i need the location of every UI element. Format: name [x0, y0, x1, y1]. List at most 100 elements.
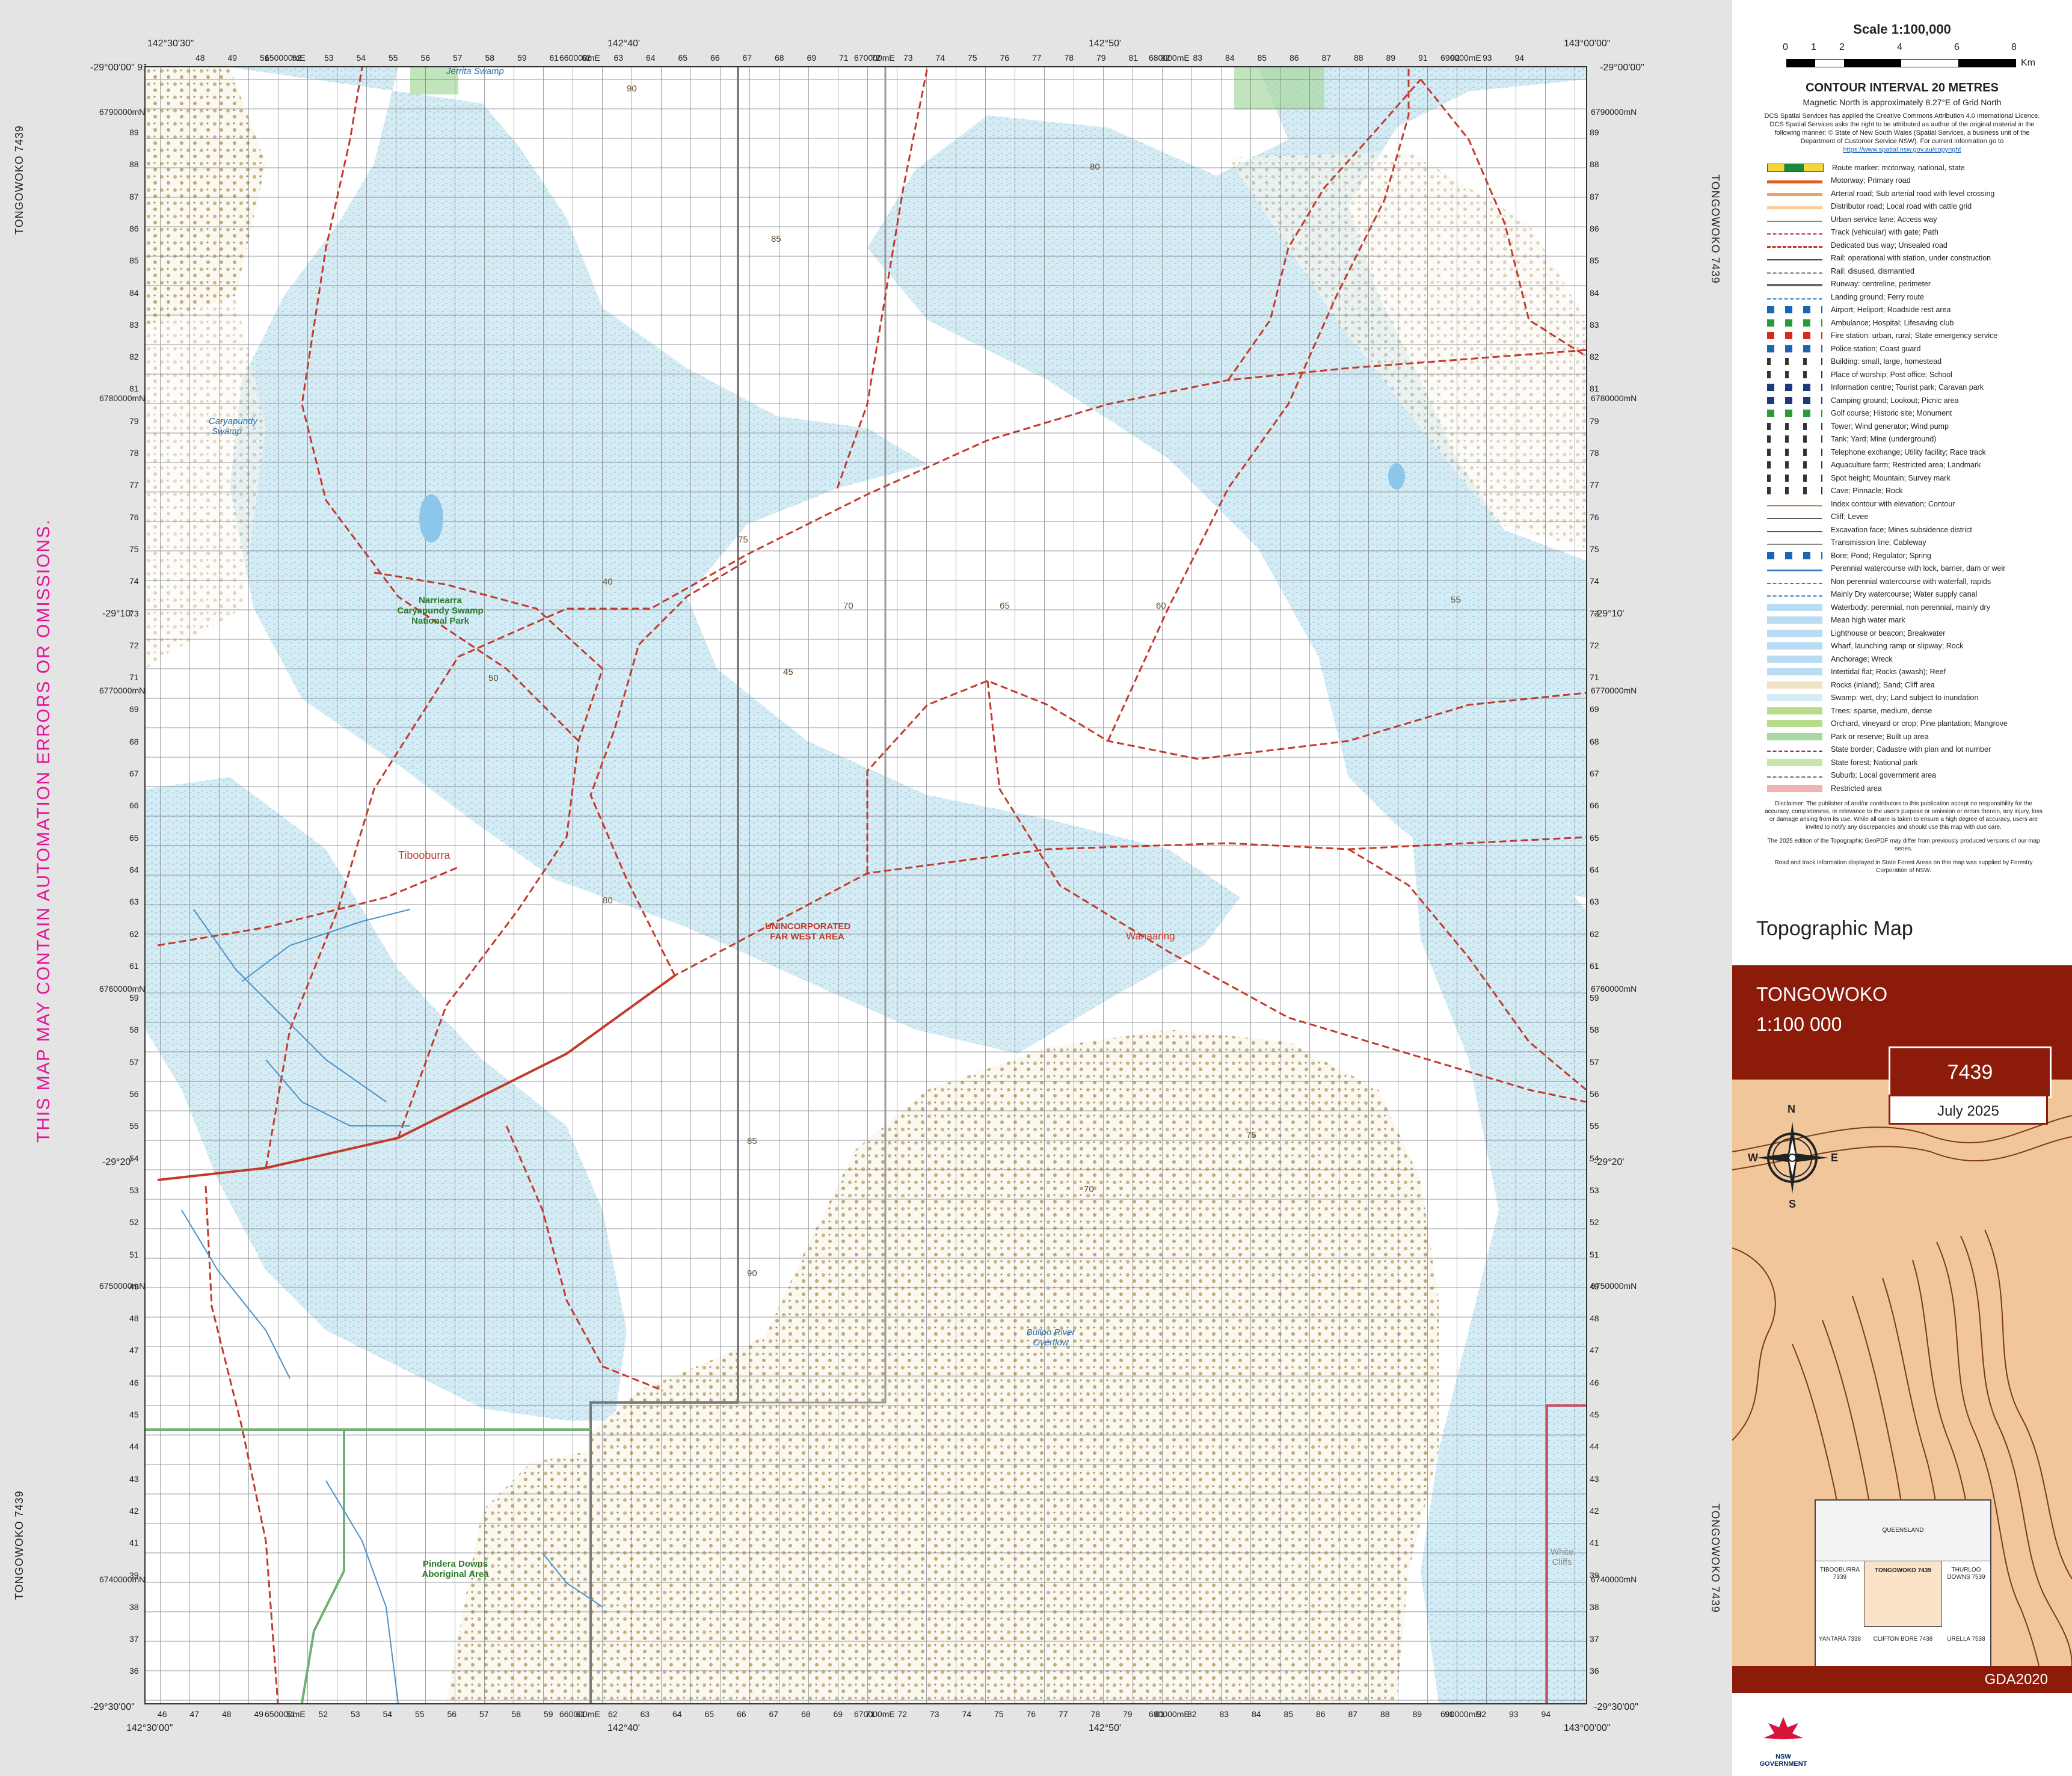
legend-symbol-icon — [1767, 220, 1822, 222]
contour-label: 70 — [1084, 1184, 1094, 1194]
adjoining-sheets-index: QUEENSLAND TIBOOBURRA 7339 TONGOWOKO 743… — [1815, 1499, 1991, 1687]
northing-tick-right: 75 — [1590, 544, 1599, 554]
legend-label: Place of worship; Post office; School — [1831, 370, 1952, 379]
legend-label: Fire station: urban, rural; State emerge… — [1831, 331, 1998, 340]
edge-label-left-bottom: TONGOWOKO 7439 — [13, 1490, 25, 1600]
legend-label: Index contour with elevation; Contour — [1831, 499, 1955, 508]
top-easting-tick: 85 — [1257, 53, 1267, 63]
legend-symbol-icon — [1767, 616, 1822, 624]
bottom-easting-tick: 92 — [1477, 1709, 1487, 1719]
coord-top-right: -29°00'00" — [1600, 63, 1644, 73]
legend-symbol-icon — [1767, 694, 1822, 702]
top-easting-tick: 58 — [485, 53, 495, 63]
legend-symbol-icon — [1767, 193, 1822, 197]
legend-item: State forest; National park — [1767, 756, 2056, 769]
northing-tick-right: 37 — [1590, 1634, 1599, 1644]
contour-interval: CONTOUR INTERVAL 20 METRES — [1806, 81, 1999, 94]
nsw-government-logo-icon: NSW GOVERNMENT — [1756, 1714, 1810, 1771]
top-easting-tick: 79 — [1096, 53, 1106, 63]
compass-n: N — [1788, 1103, 1795, 1115]
compass-w: W — [1748, 1152, 1758, 1164]
legend-item: Perennial watercourse with lock, barrier… — [1767, 562, 2056, 576]
legend-label: Dedicated bus way; Unsealed road — [1831, 241, 1947, 250]
top-easting-tick: 88 — [1354, 53, 1363, 63]
northing-tick-left: 39 — [129, 1570, 139, 1580]
bottom-easting-tick: 77 — [1059, 1709, 1068, 1719]
legend-symbol-icon — [1767, 448, 1822, 456]
copyright-link[interactable]: https://www.spatial.nsw.gov.au/copyright — [1843, 146, 1961, 153]
northing-label-b: 6780000mN — [99, 393, 146, 403]
northing-tick-left: 49 — [129, 1281, 139, 1291]
map-frame[interactable]: 90 85 80 75 70 65 60 55 50 45 40 90 85 80 75 70 Jerrita… — [144, 66, 1587, 1704]
bottom-easting-tick: 49 — [254, 1709, 264, 1719]
legend-label: Golf course; Historic site; Monument — [1831, 409, 1952, 418]
legend-item: Transmission line; Cableway — [1767, 536, 2056, 550]
legend-label: Runway: centreline, perimeter — [1831, 280, 1931, 289]
legend-label: Information centre; Tourist park; Carava… — [1831, 383, 1984, 392]
legend-item: Park or reserve; Built up area — [1767, 730, 2056, 743]
northing-tick-left: 51 — [129, 1249, 139, 1259]
northing-tick-right: 39 — [1590, 1570, 1599, 1580]
scale-tick-label: 6 — [1954, 42, 1960, 52]
easting-label-b: 660000mE — [559, 53, 600, 63]
northing-tick-right: 49 — [1590, 1281, 1599, 1291]
legend-label: Airport; Heliport; Roadside rest area — [1831, 306, 1951, 315]
northing-tick-right: 88 — [1590, 159, 1599, 170]
bottom-easting-tick: 72 — [897, 1709, 908, 1719]
coord-lat-mid2-left: -29°20' — [102, 1157, 133, 1167]
northing-tick-left: 44 — [129, 1442, 139, 1452]
map-canvas[interactable]: 90 85 80 75 70 65 60 55 50 45 40 90 85 80 75 70 — [146, 67, 1586, 1703]
legend-item: Bore; Pond; Regulator; Spring — [1767, 549, 2056, 562]
legend-item: Restricted area — [1767, 782, 2056, 795]
sheet-scale: 1:100 000 — [1756, 1013, 1842, 1035]
bottom-easting-tick: 58 — [511, 1709, 521, 1719]
bottom-easting-tick: 64 — [672, 1709, 682, 1719]
top-easting-tick: 53 — [324, 53, 334, 63]
legend-item: Arterial road; Sub arterial road with le… — [1767, 187, 2056, 200]
legend-item: Mainly Dry watercourse; Water supply can… — [1767, 588, 2056, 601]
legend-item: Excavation face; Mines subsidence distri… — [1767, 523, 2056, 536]
northing-tick-left: 63 — [129, 897, 139, 907]
northing-label-c-right: 6770000mN — [1591, 686, 1637, 695]
legend-item: Golf course; Historic site; Monument — [1767, 407, 2056, 420]
coord-top-lon-3: 142°50' — [1089, 38, 1121, 49]
national-park-northeast — [1234, 67, 1324, 109]
northing-label-b-right: 6780000mN — [1591, 393, 1637, 403]
bottom-easting-tick: 71 — [865, 1709, 875, 1719]
legend-label: Restricted area — [1831, 784, 1882, 793]
legend-label: Camping ground; Lookout; Picnic area — [1831, 396, 1959, 405]
northing-tick-right: 36 — [1590, 1666, 1599, 1676]
northing-tick-left: 56 — [129, 1089, 139, 1099]
legend-symbol-icon — [1767, 751, 1822, 752]
northing-tick-left: 84 — [129, 287, 139, 298]
northing-tick-right: 68 — [1590, 736, 1599, 746]
northing-tick-left: 48 — [129, 1314, 139, 1324]
index-bc: CLIFTON BORE 7438 — [1873, 1636, 1933, 1642]
northing-tick-right: 72 — [1590, 640, 1599, 650]
top-easting-tick: 82 — [1161, 53, 1170, 63]
coord-lat-mid1-left: -29°10' — [102, 609, 133, 619]
bottom-easting-tick: 52 — [318, 1709, 328, 1719]
legend-label: Building: small, large, homestead — [1831, 357, 1942, 366]
legend-label: Urban service lane; Access way — [1831, 215, 1937, 224]
top-easting-tick: 93 — [1483, 53, 1492, 63]
northing-tick-left: 55 — [129, 1121, 139, 1131]
top-easting-tick: 68 — [775, 53, 784, 63]
northing-tick-right: 76 — [1590, 512, 1599, 522]
legend-label: Rail: disused, dismantled — [1831, 266, 1914, 275]
bottom-easting-tick: 69 — [833, 1709, 843, 1719]
legend-label: Waterbody: perennial, non perennial, mai… — [1831, 603, 1990, 612]
legend-label: Anchorage; Wreck — [1831, 654, 1893, 663]
legend-item: Suburb; Local government area — [1767, 769, 2056, 782]
legend-label: Trees: sparse, medium, dense — [1831, 706, 1932, 715]
place-unincorporated: UNINCORPORATED FAR WEST AREA — [765, 921, 851, 942]
top-easting-tick: 49 — [227, 53, 238, 63]
legend-item: Index contour with elevation; Contour — [1767, 497, 2056, 511]
legend-symbol-icon — [1767, 552, 1822, 559]
legend-label: Rail: operational with station, under co… — [1831, 254, 1991, 263]
top-easting-tick: 69 — [807, 53, 817, 63]
legend-label: Arterial road; Sub arterial road with le… — [1831, 189, 1995, 198]
coord-bottom-left: -29°30'00" — [90, 1702, 135, 1712]
northing-tick-right: 53 — [1590, 1185, 1599, 1195]
contour-label: 75 — [738, 535, 748, 545]
